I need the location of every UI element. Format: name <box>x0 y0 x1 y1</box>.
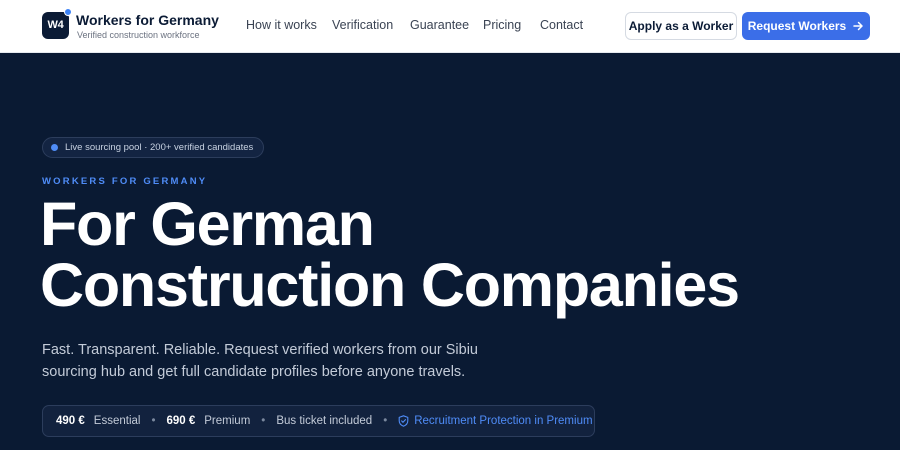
nav-how-it-works[interactable]: How it works <box>246 18 317 32</box>
pricing-summary: 490 € Essential • 690 € Premium • Bus ti… <box>42 405 595 437</box>
nav-pricing[interactable]: Pricing <box>483 18 521 32</box>
separator-dot: • <box>151 415 156 427</box>
brand-name[interactable]: Workers for Germany <box>76 12 219 28</box>
brand-tagline: Verified construction workforce <box>77 30 200 40</box>
premium-price: 690 € <box>166 415 196 427</box>
hero-section: Live sourcing pool · 200+ verified candi… <box>0 54 900 450</box>
shield-check-icon <box>398 415 409 427</box>
live-pool-text: Live sourcing pool · 200+ verified candi… <box>65 142 254 153</box>
nav-contact[interactable]: Contact <box>540 18 583 32</box>
arrow-right-icon <box>853 21 863 31</box>
logo-icon[interactable]: W4 <box>42 12 69 39</box>
essential-price: 490 € <box>56 415 85 427</box>
recruitment-protection: Recruitment Protection in Premium <box>398 415 593 427</box>
separator-dot: • <box>261 415 266 427</box>
apply-as-worker-button[interactable]: Apply as a Worker <box>625 12 737 40</box>
nav-guarantee[interactable]: Guarantee <box>410 18 469 32</box>
nav-verification[interactable]: Verification <box>332 18 393 32</box>
live-pool-badge: Live sourcing pool · 200+ verified candi… <box>42 137 265 158</box>
bus-ticket-note: Bus ticket included <box>276 415 373 427</box>
protection-text: Recruitment Protection in Premium <box>414 415 593 427</box>
essential-label: Essential <box>93 415 141 427</box>
live-dot-icon <box>51 144 58 151</box>
site-header: W4 Workers for Germany Verified construc… <box>0 0 900 53</box>
headline-line-1: For German <box>40 190 375 258</box>
apply-button-label: Apply as a Worker <box>628 19 734 33</box>
hero-eyebrow: WORKERS FOR GERMANY <box>42 176 208 187</box>
request-workers-button[interactable]: Request Workers <box>742 12 870 40</box>
logo-badge-dot <box>64 8 72 16</box>
request-button-label: Request Workers <box>747 19 847 33</box>
headline-line-2: Construction Companies <box>40 251 740 319</box>
premium-label: Premium <box>204 415 251 427</box>
hero-headline: For German Construction Companies <box>40 194 860 316</box>
hero-subtitle: Fast. Transparent. Reliable. Request ver… <box>42 342 478 380</box>
separator-dot: • <box>383 415 388 427</box>
